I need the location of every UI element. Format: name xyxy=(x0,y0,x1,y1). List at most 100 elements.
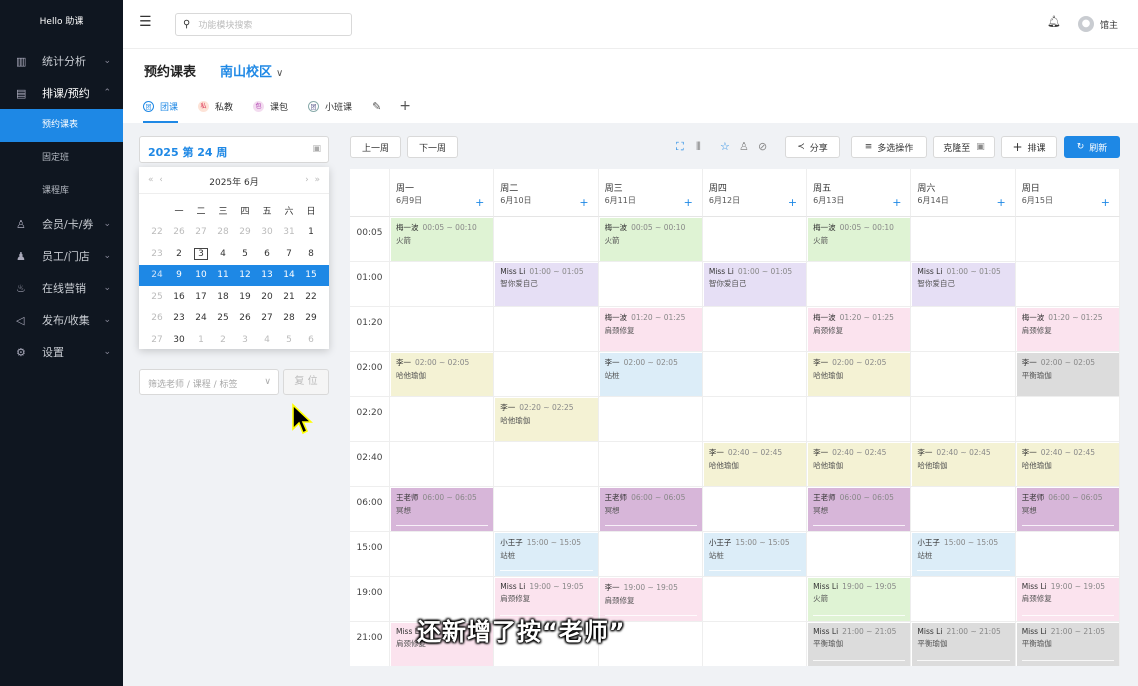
class-event-card[interactable]: 王老师 06:00 ~ 06:05 冥想 xyxy=(391,488,494,531)
calendar-day-cell[interactable]: 27 xyxy=(256,313,278,323)
avatar[interactable]: ● xyxy=(1078,16,1094,32)
calendar-day-cell[interactable]: 1 xyxy=(300,227,322,237)
add-event-plus-icon[interactable]: + xyxy=(684,196,693,209)
calendar-day-cell[interactable]: 10 xyxy=(190,270,212,280)
person-icon[interactable]: ♙ xyxy=(739,140,749,153)
calendar-day-cell[interactable]: 30 xyxy=(168,335,190,345)
filter-select[interactable]: 筛选老师 / 课程 / 标签 ∨ xyxy=(139,369,279,395)
calendar-day-cell[interactable]: 29 xyxy=(234,227,256,237)
calendar-day-cell[interactable]: 31 xyxy=(278,227,300,237)
schedule-cell[interactable] xyxy=(911,487,1016,532)
class-event-card[interactable]: 李一 02:00 ~ 02:05 平衡瑜伽 xyxy=(1016,353,1119,396)
schedule-cell[interactable] xyxy=(807,532,912,577)
class-event-card[interactable]: 王老师 06:00 ~ 06:05 冥想 xyxy=(808,488,911,531)
schedule-cell[interactable] xyxy=(702,352,808,397)
class-event-card[interactable]: 李一 02:00 ~ 02:05 哈他瑜伽 xyxy=(808,353,911,396)
next-month-year-icon[interactable]: › » xyxy=(305,175,320,185)
share-button[interactable]: ≺ 分享 xyxy=(785,136,840,158)
class-event-card[interactable]: 梅一波 00:05 ~ 00:10 火箭 xyxy=(599,218,702,261)
calendar-day-cell[interactable]: 16 xyxy=(168,292,190,302)
schedule-cell[interactable] xyxy=(390,262,495,307)
ban-icon[interactable]: ⊘ xyxy=(758,140,767,153)
sidebar-item-marketing[interactable]: ♨ 在线营销 ⌄ xyxy=(0,272,123,304)
calendar-day-cell[interactable]: 1 xyxy=(190,335,212,345)
schedule-cell[interactable] xyxy=(598,262,703,307)
class-event-card[interactable]: Miss Li 21:00 ~ 21:05 平衡瑜伽 xyxy=(912,623,1015,666)
calendar-day-cell[interactable]: 2 xyxy=(212,335,234,345)
calendar-day-cell[interactable]: 6 xyxy=(256,249,278,259)
class-event-card[interactable]: 小王子 15:00 ~ 15:05 站桩 xyxy=(912,533,1015,576)
calendar-day-cell[interactable]: 5 xyxy=(278,335,300,345)
sidebar-item-members[interactable]: ♙ 会员/卡/券 ⌄ xyxy=(0,208,123,240)
user-name[interactable]: 馆主 xyxy=(1100,18,1118,31)
sidebar-item-schedule[interactable]: ▤ 排课/预约 ⌃ xyxy=(0,77,123,109)
schedule-cell[interactable] xyxy=(702,487,808,532)
schedule-cell[interactable] xyxy=(390,307,495,352)
tab-private[interactable]: 私私教 xyxy=(198,97,233,115)
calendar-day-cell[interactable]: 17 xyxy=(190,292,212,302)
calendar-week-row[interactable]: 22 26 27 28 29 30 31 1 xyxy=(139,222,329,244)
fullscreen-icon[interactable]: ⛶ xyxy=(676,140,684,154)
barcode-icon[interactable]: ⦀ xyxy=(696,140,701,154)
calendar-day-cell[interactable]: 14 xyxy=(278,270,300,280)
calendar-day-cell[interactable]: 19 xyxy=(234,292,256,302)
class-event-card[interactable]: Miss Li 01:00 ~ 01:05 智你爱自己 xyxy=(495,263,598,306)
calendar-day-cell[interactable]: 11 xyxy=(212,270,234,280)
calendar-day-cell[interactable]: 23 xyxy=(168,313,190,323)
refresh-button[interactable]: ↻ 刷新 xyxy=(1064,136,1120,158)
add-event-plus-icon[interactable]: + xyxy=(579,196,588,209)
calendar-day-cell[interactable]: 27 xyxy=(190,227,212,237)
class-event-card[interactable]: 李一 02:20 ~ 02:25 哈他瑜伽 xyxy=(495,398,598,441)
plus-icon[interactable]: + xyxy=(399,98,411,114)
class-event-card[interactable]: Miss Li 01:00 ~ 01:05 智你爱自己 xyxy=(912,263,1015,306)
class-event-card[interactable]: 李一 02:40 ~ 02:45 哈他瑜伽 xyxy=(1016,443,1119,486)
sidebar-item-settings[interactable]: ⚙ 设置 ⌄ xyxy=(0,336,123,368)
schedule-cell[interactable] xyxy=(911,397,1016,442)
calendar-day-cell[interactable]: 21 xyxy=(278,292,300,302)
calendar-day-cell[interactable]: 8 xyxy=(300,249,322,259)
schedule-cell[interactable] xyxy=(1015,262,1120,307)
calendar-week-row[interactable]: 26 23 24 25 26 27 28 29 xyxy=(139,308,329,330)
schedule-cell[interactable] xyxy=(1015,397,1120,442)
calendar-day-cell[interactable]: 3 xyxy=(190,247,212,260)
add-event-plus-icon[interactable]: + xyxy=(892,196,901,209)
calendar-day-cell[interactable]: 25 xyxy=(212,313,234,323)
class-event-card[interactable]: 李一 02:40 ~ 02:45 哈他瑜伽 xyxy=(703,443,807,486)
sidebar-subitem-booking[interactable]: 预约课表 xyxy=(0,109,123,142)
schedule-cell[interactable] xyxy=(703,622,808,666)
schedule-cell[interactable] xyxy=(390,397,495,442)
class-event-card[interactable]: Miss Li 21:00 ~ 21:05 平衡瑜伽 xyxy=(1016,623,1119,666)
reset-button[interactable]: 复 位 xyxy=(283,369,329,395)
class-event-card[interactable]: 梅一波 01:20 ~ 01:25 肩颈修复 xyxy=(808,308,911,351)
class-event-card[interactable]: 梅一波 01:20 ~ 01:25 肩颈修复 xyxy=(1016,308,1119,351)
multi-select-button[interactable]: ≡ 多选操作 xyxy=(851,136,927,158)
schedule-cell[interactable] xyxy=(494,487,599,532)
schedule-cell[interactable] xyxy=(494,217,599,262)
calendar-day-cell[interactable]: 13 xyxy=(256,270,278,280)
schedule-cell[interactable] xyxy=(911,307,1016,352)
calendar-day-cell[interactable]: 6 xyxy=(300,335,322,345)
class-event-card[interactable]: 小王子 15:00 ~ 15:05 站桩 xyxy=(703,533,807,576)
schedule-cell[interactable] xyxy=(494,352,599,397)
schedule-cell[interactable] xyxy=(390,532,495,577)
schedule-cell[interactable] xyxy=(911,352,1016,397)
class-event-card[interactable]: 李一 02:40 ~ 02:45 哈他瑜伽 xyxy=(912,443,1015,486)
calendar-day-cell[interactable]: 5 xyxy=(234,249,256,259)
calendar-day-cell[interactable]: 28 xyxy=(278,313,300,323)
schedule-cell[interactable] xyxy=(494,307,599,352)
calendar-week-row[interactable]: 25 16 17 18 19 20 21 22 xyxy=(139,286,329,308)
class-event-card[interactable]: Miss Li 21:00 ~ 21:05 平衡瑜伽 xyxy=(808,623,911,666)
calendar-day-cell[interactable]: 29 xyxy=(300,313,322,323)
add-class-button[interactable]: + 排课 xyxy=(1001,136,1057,158)
tab-small-class[interactable]: 团小班课 xyxy=(308,97,352,115)
class-event-card[interactable]: 梅一波 01:20 ~ 01:25 肩颈修复 xyxy=(599,308,702,351)
calendar-day-cell[interactable]: 4 xyxy=(212,249,234,259)
class-event-card[interactable]: Miss Li 19:00 ~ 19:05 火箭 xyxy=(808,578,911,621)
calendar-week-row[interactable]: 23 2 3 4 5 6 7 8 xyxy=(139,243,329,265)
class-event-card[interactable]: Miss Li 19:00 ~ 19:05 肩颈修复 xyxy=(1016,578,1119,621)
class-event-card[interactable]: 李一 02:40 ~ 02:45 哈他瑜伽 xyxy=(808,443,911,486)
schedule-cell[interactable] xyxy=(911,577,1016,622)
calendar-day-cell[interactable]: 4 xyxy=(256,335,278,345)
schedule-cell[interactable] xyxy=(390,442,495,487)
calendar-day-cell[interactable]: 9 xyxy=(168,270,190,280)
